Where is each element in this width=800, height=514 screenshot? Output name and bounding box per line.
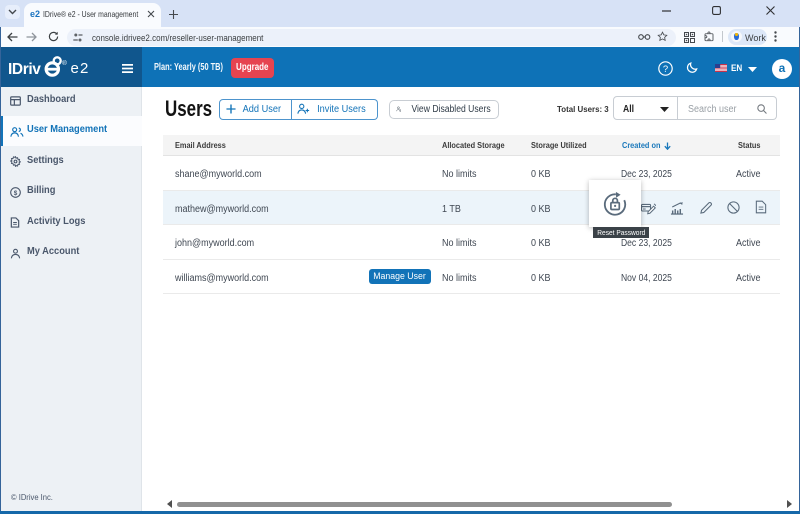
svg-text:?: ? — [663, 64, 668, 75]
svg-text:$: $ — [14, 189, 18, 196]
